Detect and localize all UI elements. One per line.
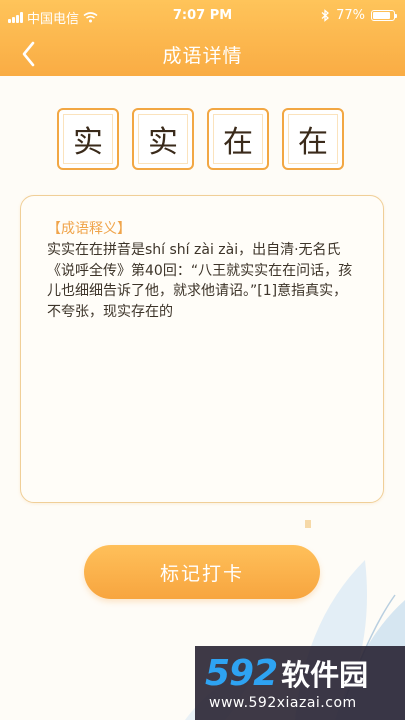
definition-title: 【成语释义】 <box>47 221 131 237</box>
battery-icon <box>371 10 397 21</box>
header-bar: 中国电信 7:07 PM 77% 成语详情 <box>0 0 405 76</box>
watermark-url: www.592xiazai.com <box>209 695 357 711</box>
nav-bar: 成语详情 <box>0 32 405 76</box>
definition-card: 【成语释义】 实实在在拼音是shí shí zài zài，出自清·无名氏《说呼… <box>20 195 384 503</box>
idiom-characters: 实 实 在 在 <box>57 108 344 170</box>
definition-text: 实实在在拼音是shí shí zài zài，出自清·无名氏《说呼全传》第40回… <box>47 242 353 320</box>
status-right: 77% <box>321 8 397 23</box>
idiom-char-3: 在 <box>207 108 269 170</box>
status-bar: 中国电信 7:07 PM 77% <box>0 0 405 32</box>
idiom-char-4: 在 <box>282 108 344 170</box>
checkin-button[interactable]: 标记打卡 <box>84 545 320 599</box>
idiom-char-2: 实 <box>132 108 194 170</box>
page-title: 成语详情 <box>162 45 243 67</box>
watermark: 592 软件园 www.592xiazai.com <box>195 646 405 720</box>
battery-percent: 77% <box>336 8 365 23</box>
idiom-char-1: 实 <box>57 108 119 170</box>
watermark-number: 592 <box>205 653 278 694</box>
bluetooth-icon <box>321 9 330 22</box>
watermark-name: 软件园 <box>281 658 369 692</box>
watermark-logo: 592 软件园 <box>205 652 368 694</box>
